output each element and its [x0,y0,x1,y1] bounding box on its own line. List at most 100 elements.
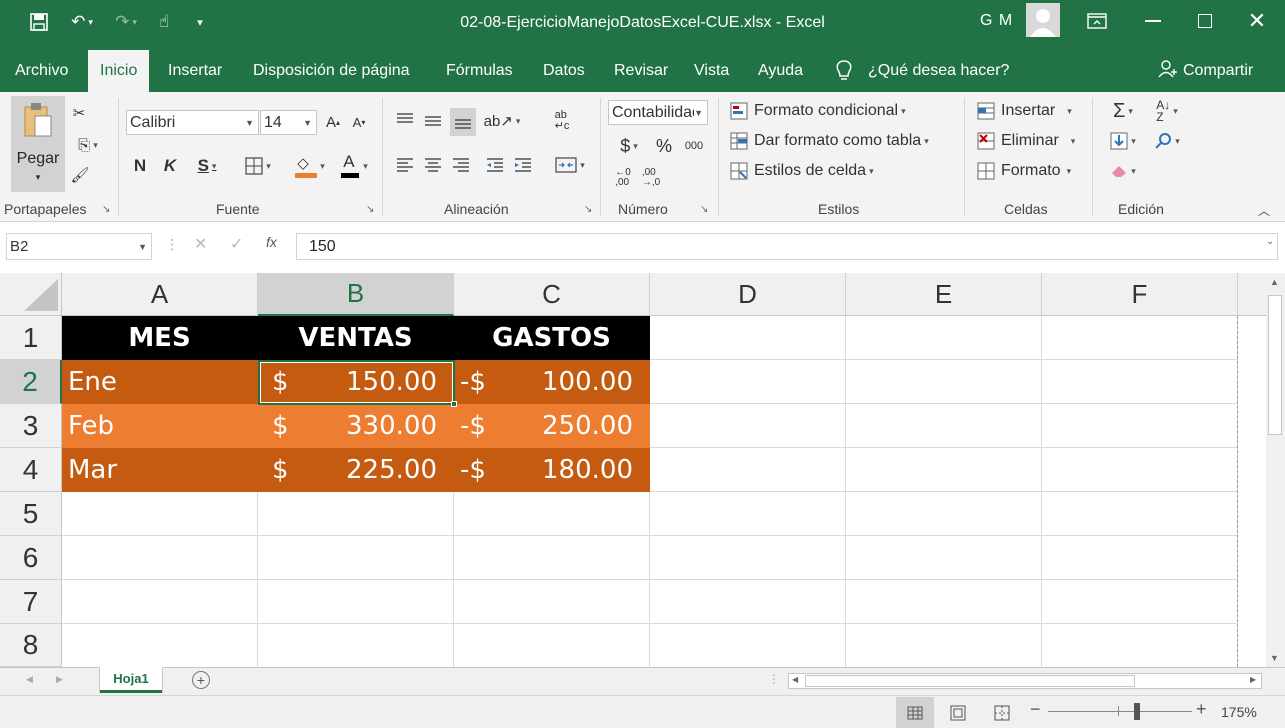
page-layout-view-button[interactable] [950,705,966,725]
save-icon[interactable] [26,10,52,34]
sort-filter-button[interactable]: A↓ Z ▾ [1148,99,1186,123]
copy-button[interactable]: ⎘ ▾ [68,134,108,156]
fill-button[interactable]: ▾ [1104,130,1142,152]
scroll-left-icon[interactable]: ◀ [792,675,798,684]
merge-center-button[interactable]: ▾ [550,154,590,176]
cell-c3[interactable]: -$ 250.00 [454,404,650,448]
sheet-tab-hoja1[interactable]: Hoja1 [100,667,162,693]
tell-me-search[interactable]: ¿Qué desea hacer? [868,50,1009,92]
sheet-splitter-icon[interactable]: ⋮ [768,672,780,686]
font-size-select[interactable]: 14 ▼ [260,110,317,135]
zoom-out-button[interactable]: − [1030,699,1041,720]
number-format-select[interactable]: Contabilidad ▼ [608,100,708,125]
tab-insertar[interactable]: Insertar [168,50,222,92]
user-initials[interactable]: G M [980,12,1013,30]
align-center-icon[interactable] [422,154,444,176]
tab-datos[interactable]: Datos [543,50,585,92]
minimize-button[interactable] [1128,0,1178,42]
cell-b1[interactable]: VENTAS [258,316,454,360]
tab-ayuda[interactable]: Ayuda [758,50,803,92]
font-color-button[interactable]: A ▾ [334,152,374,180]
font-name-select[interactable]: Calibri ▼ [126,110,259,135]
font-launcher-icon[interactable]: ↘ [366,204,374,215]
zoom-level[interactable]: 175% [1221,704,1257,720]
tab-vista[interactable]: Vista [694,50,729,92]
expand-formula-bar-icon[interactable]: ⌄ [1266,236,1274,247]
format-cells-button[interactable]: Formato ▾ [977,160,1071,182]
cell-styles-button[interactable]: Estilos de celda ▾ [730,160,874,182]
horizontal-scrollbar[interactable]: ◀ ▶ [788,673,1262,689]
fill-color-button[interactable]: ◇ ▾ [288,152,330,180]
column-header-d[interactable]: D [650,273,846,316]
comma-style-button[interactable]: 000 [682,134,706,158]
name-box[interactable]: B2 ▼ [6,233,152,260]
cell-a2[interactable]: Ene [62,360,258,404]
tab-inicio[interactable]: Inicio [88,50,150,92]
row-header-3[interactable]: 3 [0,404,62,448]
cell-c1[interactable]: GASTOS [454,316,650,360]
next-sheet-icon[interactable]: ▶ [56,674,63,685]
fill-handle[interactable] [451,401,457,407]
row-header-2[interactable]: 2 [0,360,62,404]
cell-a4[interactable]: Mar [62,448,258,492]
vertical-scroll-thumb[interactable] [1268,295,1282,435]
increase-indent-icon[interactable] [512,154,534,176]
column-header-b[interactable]: B [258,273,454,316]
row-header-1[interactable]: 1 [0,316,62,360]
avatar[interactable] [1026,3,1060,37]
decrease-font-icon[interactable]: A ▾ [348,110,370,135]
align-bottom-icon[interactable] [450,108,476,136]
italic-button[interactable]: K [160,154,180,178]
vertical-scrollbar[interactable]: ▲ ▼ [1266,273,1285,667]
insert-cells-button[interactable]: Insertar ▾ [977,100,1072,122]
find-select-button[interactable]: ▾ [1148,130,1186,152]
format-as-table-button[interactable]: Dar formato como tabla ▾ [730,130,929,152]
conditional-formatting-button[interactable]: Formato condicional ▾ [730,100,906,122]
close-button[interactable]: ✕ [1232,0,1282,42]
tab-archivo[interactable]: Archivo [15,50,68,92]
confirm-entry-icon[interactable]: ✓ [230,234,243,254]
collapse-ribbon-icon[interactable]: ︿ [1258,202,1270,219]
ribbon-display-options-icon[interactable] [1072,0,1122,42]
select-all-button[interactable] [0,273,62,316]
column-header-a[interactable]: A [62,273,258,316]
scroll-up-icon[interactable]: ▲ [1270,277,1279,287]
accounting-format-button[interactable]: $ ▾ [612,134,646,158]
maximize-button[interactable] [1180,0,1230,42]
prev-sheet-icon[interactable]: ◀ [26,674,33,685]
cell-c2[interactable]: -$ 100.00 [454,360,650,404]
formula-bar-options-icon[interactable]: ⋮ [165,236,179,253]
cut-icon[interactable]: ✂ [68,102,90,124]
scroll-down-icon[interactable]: ▼ [1270,653,1279,663]
align-right-icon[interactable] [450,154,472,176]
align-middle-icon[interactable] [422,110,444,132]
row-header-8[interactable]: 8 [0,624,62,667]
zoom-in-button[interactable]: + [1196,699,1207,720]
row-header-7[interactable]: 7 [0,580,62,624]
tab-formulas[interactable]: Fórmulas [446,50,513,92]
cell-c4[interactable]: -$ 180.00 [454,448,650,492]
formula-input[interactable]: 150 [296,233,1278,260]
zoom-slider[interactable] [1048,711,1192,712]
tab-disposicion-pagina[interactable]: Disposición de página [253,50,410,92]
page-break-view-button[interactable] [994,705,1010,725]
cell-a3[interactable]: Feb [62,404,258,448]
normal-view-button[interactable] [896,697,934,728]
decrease-indent-icon[interactable] [484,154,506,176]
share-button[interactable]: Compartir [1183,50,1253,92]
redo-button[interactable]: ↷ ▾ [106,10,146,34]
autosum-button[interactable]: Σ ▾ [1104,100,1142,122]
underline-button[interactable]: S ▾ [190,154,224,178]
column-header-c[interactable]: C [454,273,650,316]
delete-cells-button[interactable]: Eliminar ▾ [977,130,1075,152]
row-header-5[interactable]: 5 [0,492,62,536]
wrap-text-icon[interactable]: ab ↵c [552,106,572,136]
clipboard-launcher-icon[interactable]: ↘ [102,204,110,215]
zoom-slider-thumb[interactable] [1134,703,1140,720]
percent-style-button[interactable]: % [654,134,674,158]
tab-revisar[interactable]: Revisar [614,50,668,92]
scroll-right-icon[interactable]: ▶ [1250,675,1256,684]
cell-b3[interactable]: $330.00 [258,404,454,448]
orientation-button[interactable]: ab↗ ▾ [484,110,521,132]
undo-button[interactable]: ↶ ▾ [62,10,102,34]
